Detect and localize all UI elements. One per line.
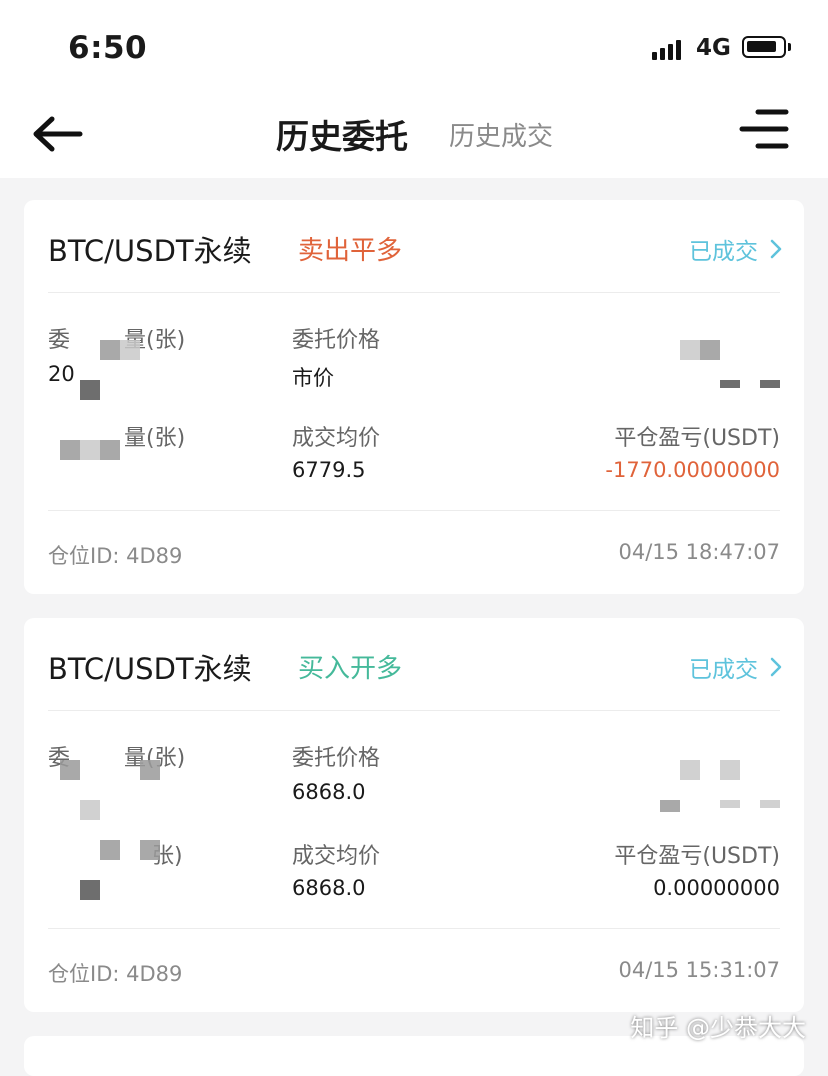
back-button[interactable] xyxy=(30,114,84,154)
redaction-mosaic xyxy=(660,800,680,812)
label-avg-price: 成交均价 xyxy=(292,426,381,451)
order-side: 买入开多 xyxy=(298,654,403,684)
redaction-mosaic xyxy=(680,340,700,360)
redaction-mosaic xyxy=(760,800,780,808)
redaction-mosaic xyxy=(760,380,780,388)
tab-trade-history[interactable]: 历史成交 xyxy=(449,116,553,153)
value-order-price: 市价 xyxy=(292,366,334,390)
label-avg-price: 成交均价 xyxy=(292,844,381,869)
card-divider xyxy=(48,928,780,929)
value-pnl: 0.00000000 xyxy=(653,876,780,900)
card-divider xyxy=(48,292,780,293)
redaction-mosaic xyxy=(680,760,700,780)
value-avg-price: 6779.5 xyxy=(292,458,366,482)
redaction-mosaic xyxy=(80,880,100,900)
value-pnl: -1770.00000000 xyxy=(605,458,780,482)
label-order-price: 委托价格 xyxy=(292,746,381,771)
redaction-mosaic xyxy=(140,840,160,860)
redaction-mosaic xyxy=(700,340,720,360)
watermark: 知乎 @少恭大大 xyxy=(630,1014,806,1042)
card-divider xyxy=(48,510,780,511)
redaction-mosaic xyxy=(60,760,80,780)
filter-menu-button[interactable] xyxy=(738,106,790,152)
order-status: 已成交 xyxy=(689,239,758,265)
redaction-mosaic xyxy=(720,380,740,388)
status-bar: 6:50 4G xyxy=(0,0,828,96)
label-pnl: 平仓盈亏(USDT) xyxy=(614,426,780,451)
signal-strength-icon xyxy=(652,38,688,60)
tab-order-history[interactable]: 历史委托 xyxy=(276,110,408,158)
order-status-link[interactable]: 已成交 xyxy=(689,232,782,266)
redaction-mosaic xyxy=(80,380,100,400)
battery-icon xyxy=(742,36,791,58)
value-order-price: 6868.0 xyxy=(292,780,366,804)
navigation-bar: 历史委托 历史成交 xyxy=(0,96,828,178)
label-order-price: 委托价格 xyxy=(292,328,381,353)
arrow-left-icon xyxy=(33,116,83,152)
network-label: 4G xyxy=(696,35,731,61)
redaction-mosaic xyxy=(100,440,120,460)
chevron-right-icon xyxy=(770,239,782,265)
redaction-mosaic xyxy=(100,840,120,860)
order-pair: BTC/USDT永续 xyxy=(48,652,252,686)
filter-menu-icon xyxy=(739,109,789,149)
label-pnl: 平仓盈亏(USDT) xyxy=(614,844,780,869)
order-side: 卖出平多 xyxy=(298,236,403,266)
redaction-mosaic xyxy=(140,760,160,780)
order-card[interactable]: BTC/USDT永续 卖出平多 已成交 委量(张) 20 委托价格 市价 量(张… xyxy=(24,200,804,594)
redaction-mosaic xyxy=(720,760,740,780)
redaction-mosaic xyxy=(720,800,740,808)
value-avg-price: 6868.0 xyxy=(292,876,366,900)
order-time: 04/15 15:31:07 xyxy=(618,958,780,982)
order-status: 已成交 xyxy=(689,657,758,683)
order-time: 04/15 18:47:07 xyxy=(618,540,780,564)
order-status-link[interactable]: 已成交 xyxy=(689,650,782,684)
order-card[interactable]: BTC/USDT永续 买入开多 已成交 委量(张) 委托价格 6868.0 张)… xyxy=(24,618,804,1012)
order-pair: BTC/USDT永续 xyxy=(48,234,252,268)
value-order-qty: 20 xyxy=(48,362,75,386)
redaction-mosaic xyxy=(80,440,100,460)
redaction-mosaic xyxy=(100,340,120,360)
card-divider xyxy=(48,710,780,711)
redaction-mosaic xyxy=(60,440,80,460)
position-id: 仓位ID: 4D89 xyxy=(48,962,183,986)
redaction-mosaic xyxy=(120,340,140,360)
chevron-right-icon xyxy=(770,657,782,683)
status-time: 6:50 xyxy=(68,30,148,66)
redaction-mosaic xyxy=(80,800,100,820)
position-id: 仓位ID: 4D89 xyxy=(48,544,183,568)
